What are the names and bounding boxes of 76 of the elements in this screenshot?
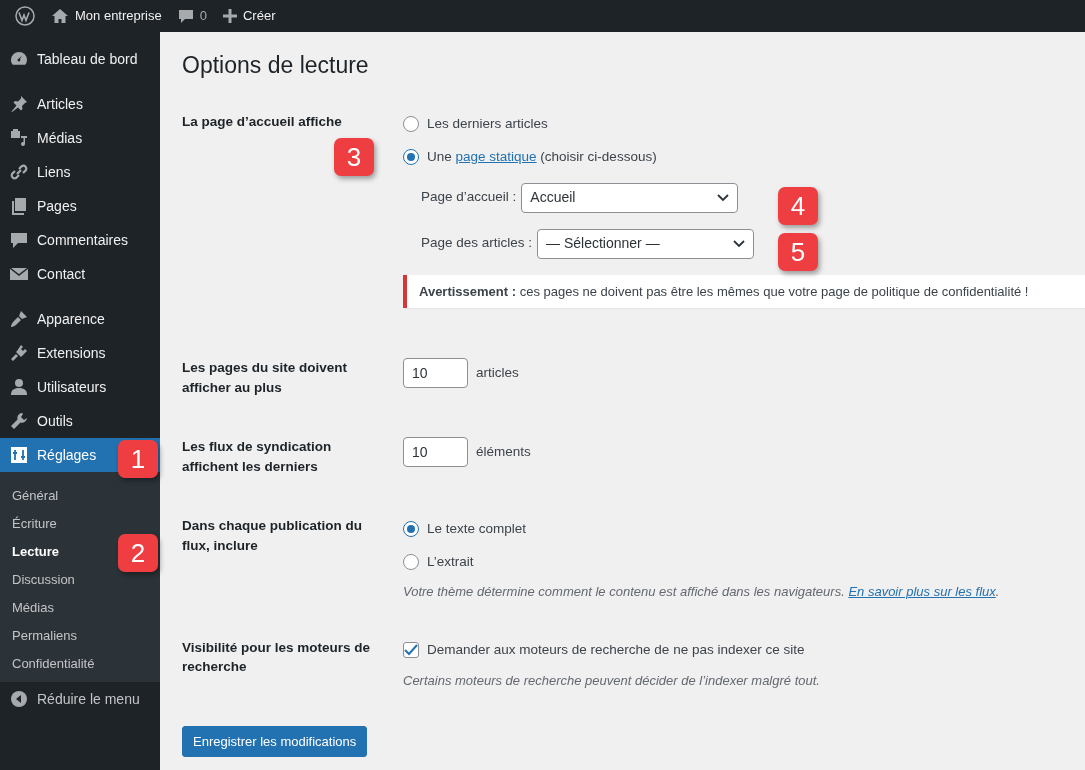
caret-icon — [717, 193, 730, 202]
option-label: Une page statique (choisir ci-dessous) — [427, 147, 657, 166]
caret-icon — [733, 239, 746, 248]
field-label: Page des articles : — [421, 234, 533, 253]
submenu-item[interactable]: Écriture — [12, 510, 57, 538]
user-icon — [9, 377, 29, 397]
save-button[interactable]: Enregistrer les modifications — [182, 726, 368, 758]
menu-item[interactable]: Articles — [0, 87, 87, 121]
pin-icon — [9, 94, 29, 114]
logo-icon — [15, 6, 35, 26]
menu-item[interactable]: Pages — [0, 189, 81, 223]
setting-label: Visibilité pour les moteurs de recherche — [182, 639, 371, 675]
link[interactable]: En savoir plus sur les flux — [848, 584, 996, 600]
description: Votre thème détermine comment le contenu est affiché dans les navigateurs. En savoir plus sur les flux. — [403, 583, 1001, 602]
number-field[interactable]: 10 — [403, 437, 468, 468]
chain-link-icon — [9, 162, 29, 182]
menu-item[interactable]: Tableau de bord — [0, 42, 142, 76]
description: Certains moteurs de recherche peuvent décider de l’indexer malgré tout. — [403, 671, 821, 690]
submenu-item[interactable]: Confidentialité — [12, 650, 95, 678]
callout-number: 2 — [118, 534, 158, 572]
pages-icon — [9, 196, 29, 216]
house-icon — [51, 8, 69, 24]
field-label: Page d’accueil : — [421, 188, 517, 207]
submenu-item[interactable]: Discussion — [12, 566, 75, 594]
callout-number: 5 — [778, 233, 818, 271]
menu-item[interactable]: Apparence — [0, 302, 109, 336]
new-link[interactable]: Créer — [214, 0, 284, 32]
speech-bubble-icon — [9, 230, 29, 250]
menu-item[interactable]: Outils — [0, 404, 77, 438]
submenu-item[interactable]: Permaliens — [12, 622, 78, 650]
radio-button[interactable] — [403, 553, 419, 570]
number-field[interactable]: 10 — [403, 358, 468, 389]
setting-label: Les pages du site doivent afficher au plus — [182, 360, 348, 395]
warning-notice: Avertissement : ces pages ne doivent pas être les mêmes que votre page de politique de confidentialité ! — [403, 274, 1085, 309]
submenu-item[interactable]: Médias — [12, 594, 54, 622]
submenu-item[interactable]: Lecture — [12, 538, 59, 566]
setting-label: Les flux de syndication affichent les derniers — [182, 439, 332, 474]
callout-number: 3 — [334, 138, 374, 176]
unit-label: éléments — [476, 443, 531, 462]
menu-item[interactable]: Commentaires — [0, 223, 133, 257]
comment-count: 0 — [199, 7, 207, 26]
option-label: Le texte complet — [427, 519, 527, 538]
comments-link[interactable]: 0 — [169, 0, 215, 32]
submenu-item[interactable]: Général — [12, 482, 59, 510]
collapse-menu-button[interactable]: Réduire le menu — [0, 682, 144, 716]
menu-item[interactable]: Contact — [0, 257, 90, 291]
plus-icon — [222, 9, 237, 23]
menu-item[interactable]: Utilisateurs — [0, 370, 111, 404]
menu-item[interactable]: Extensions — [0, 336, 110, 370]
radio-button[interactable] — [403, 116, 419, 133]
speech-bubble-icon — [177, 8, 194, 24]
sliders-icon — [9, 445, 29, 465]
media-icon — [9, 128, 29, 148]
menu-item[interactable]: Médias — [0, 121, 87, 155]
paintbrush-icon — [9, 309, 29, 329]
checkbox[interactable] — [403, 642, 419, 659]
link[interactable]: page statique — [455, 148, 537, 164]
radio-button[interactable] — [403, 520, 419, 537]
dropdown[interactable]: Accueil — [521, 182, 739, 213]
radio-button[interactable] — [403, 149, 419, 166]
setting-label: Dans chaque publication du flux, inclure — [182, 518, 362, 553]
unit-label: articles — [476, 363, 519, 382]
page-title: Options de lecture — [182, 52, 370, 80]
dropdown[interactable]: — Sélectionner — — [537, 228, 755, 259]
option-label: L’extrait — [427, 552, 474, 571]
site-link[interactable]: Mon entreprise — [43, 0, 170, 32]
menu-item[interactable]: Réglages — [0, 438, 101, 472]
callout-number: 4 — [778, 187, 818, 225]
setting-label: La page d’accueil affiche — [182, 113, 342, 129]
callout-number: 1 — [118, 440, 158, 478]
option-label: Les derniers articles — [427, 114, 548, 133]
menu-item[interactable]: Liens — [0, 155, 75, 189]
plug-icon — [9, 343, 29, 363]
option-label: Demander aux moteurs de recherche de ne pas indexer ce site — [427, 641, 805, 660]
wrench-icon — [9, 411, 29, 431]
left-arrow-circle-icon — [9, 689, 29, 709]
